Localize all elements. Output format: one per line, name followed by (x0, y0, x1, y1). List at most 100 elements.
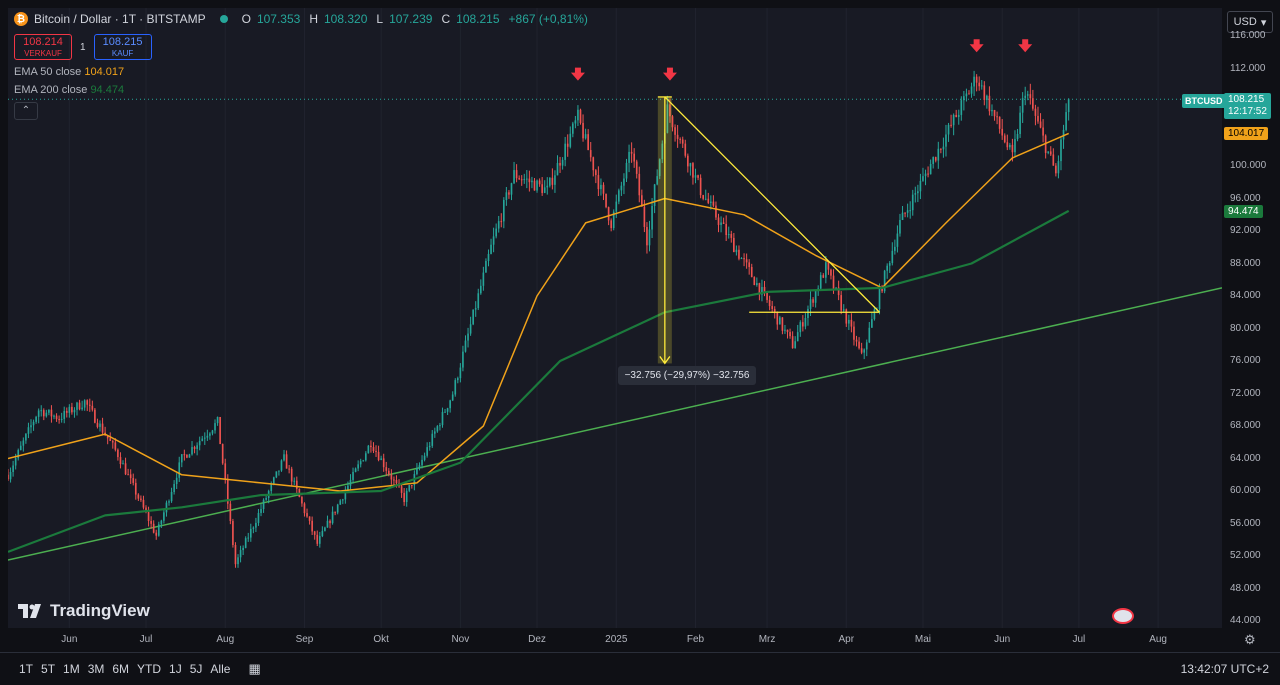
us-flag-icon[interactable] (1112, 608, 1134, 624)
candle (14, 458, 17, 466)
tradingview-logo[interactable]: TradingView (18, 601, 150, 621)
candle (702, 195, 705, 199)
calendar-icon[interactable]: ▦ (248, 661, 260, 677)
range-ytd[interactable]: YTD (137, 662, 161, 676)
candle (689, 163, 692, 167)
range-1d[interactable]: 1T (19, 662, 33, 676)
candle (65, 410, 68, 413)
candle (871, 319, 873, 328)
candle (99, 423, 101, 427)
candle (638, 173, 641, 196)
candle (1039, 121, 1042, 128)
gear-icon[interactable]: ⚙ (1244, 632, 1256, 648)
symbol-title[interactable]: Bitcoin / Dollar · 1T · BITSTAMP (34, 12, 206, 26)
candle (324, 527, 326, 531)
candle (45, 412, 48, 417)
candle (234, 545, 237, 565)
candle (390, 474, 393, 480)
candle (454, 380, 457, 395)
candle (203, 437, 206, 439)
range-1y[interactable]: 1J (169, 662, 182, 676)
buy-button[interactable]: 108.215 KAUF (93, 34, 152, 60)
candle (781, 317, 784, 331)
candle (508, 192, 510, 195)
range-5d[interactable]: 5T (41, 662, 55, 676)
range-all[interactable]: Alle (210, 662, 230, 676)
candle (950, 124, 952, 126)
sell-button[interactable]: 108.214 VERKAUF (14, 34, 72, 60)
price-axis-label: 44.000 (1230, 615, 1261, 626)
candle (899, 220, 901, 234)
range-5y[interactable]: 5J (190, 662, 203, 676)
measure-label[interactable]: −32.756 (−29,97%) −32.756 (618, 366, 756, 385)
time-axis-label: Mrz (758, 634, 776, 645)
candle (364, 453, 367, 461)
candle (165, 502, 168, 513)
candle (1067, 99, 1070, 113)
clock[interactable]: 13:42:07 UTC+2 (1181, 662, 1269, 676)
candle (385, 467, 388, 471)
currency-label: USD (1233, 16, 1257, 28)
candle (211, 430, 214, 434)
candle (812, 299, 814, 303)
candle (625, 162, 628, 179)
candle (1011, 144, 1014, 153)
candle (244, 538, 247, 548)
candle (937, 148, 940, 161)
candle (520, 179, 523, 181)
candle (543, 187, 546, 193)
candle (467, 333, 469, 341)
candle (232, 521, 234, 546)
candle (835, 287, 837, 289)
candle (196, 445, 198, 449)
range-1m[interactable]: 1M (63, 662, 80, 676)
candle (341, 499, 344, 501)
candle (602, 184, 605, 194)
candle (1009, 144, 1011, 148)
candle (303, 503, 306, 514)
candle (83, 400, 86, 408)
candle (569, 133, 572, 147)
candle (242, 547, 244, 551)
candle (630, 151, 633, 154)
candle (924, 173, 927, 177)
ema50-legend[interactable]: EMA 50 close 104.017 (14, 66, 591, 78)
ema200-legend[interactable]: EMA 200 close 94.474 (14, 84, 591, 96)
candle (400, 486, 403, 493)
sell-price: 108.214 (23, 36, 63, 48)
candle (370, 445, 372, 448)
price-axis-label: 52.000 (1230, 550, 1261, 561)
candle (492, 236, 495, 245)
time-axis-label: Jul (1072, 634, 1086, 645)
candle (1029, 94, 1032, 99)
order-quantity[interactable]: 1 (80, 42, 86, 53)
time-axis-label: Jun (994, 634, 1011, 645)
candle (1001, 128, 1004, 136)
range-3m[interactable]: 3M (88, 662, 105, 676)
ohlc-close-label: C (441, 12, 451, 26)
down-arrow-marker-icon (969, 39, 984, 53)
candle (564, 143, 566, 160)
candle (676, 134, 679, 139)
bar-countdown: 12:17:52 (1228, 106, 1267, 117)
candle (1024, 95, 1027, 99)
candle (901, 212, 904, 221)
ohlc-low-label: L (376, 12, 384, 26)
candle (487, 253, 490, 261)
candle (965, 93, 968, 97)
candle (239, 550, 242, 558)
collapse-legend-button[interactable]: ⌃ (14, 102, 38, 120)
candle (860, 348, 863, 353)
candle (566, 143, 569, 147)
range-6m[interactable]: 6M (112, 662, 129, 676)
candle (191, 447, 193, 455)
price-axis-label: 112.000 (1230, 62, 1266, 74)
candle (71, 406, 73, 413)
candle (48, 409, 50, 413)
candle (996, 116, 998, 118)
candle (170, 491, 173, 502)
candle (160, 520, 163, 525)
candle (180, 454, 183, 463)
candle (745, 259, 748, 263)
candle (694, 175, 697, 178)
